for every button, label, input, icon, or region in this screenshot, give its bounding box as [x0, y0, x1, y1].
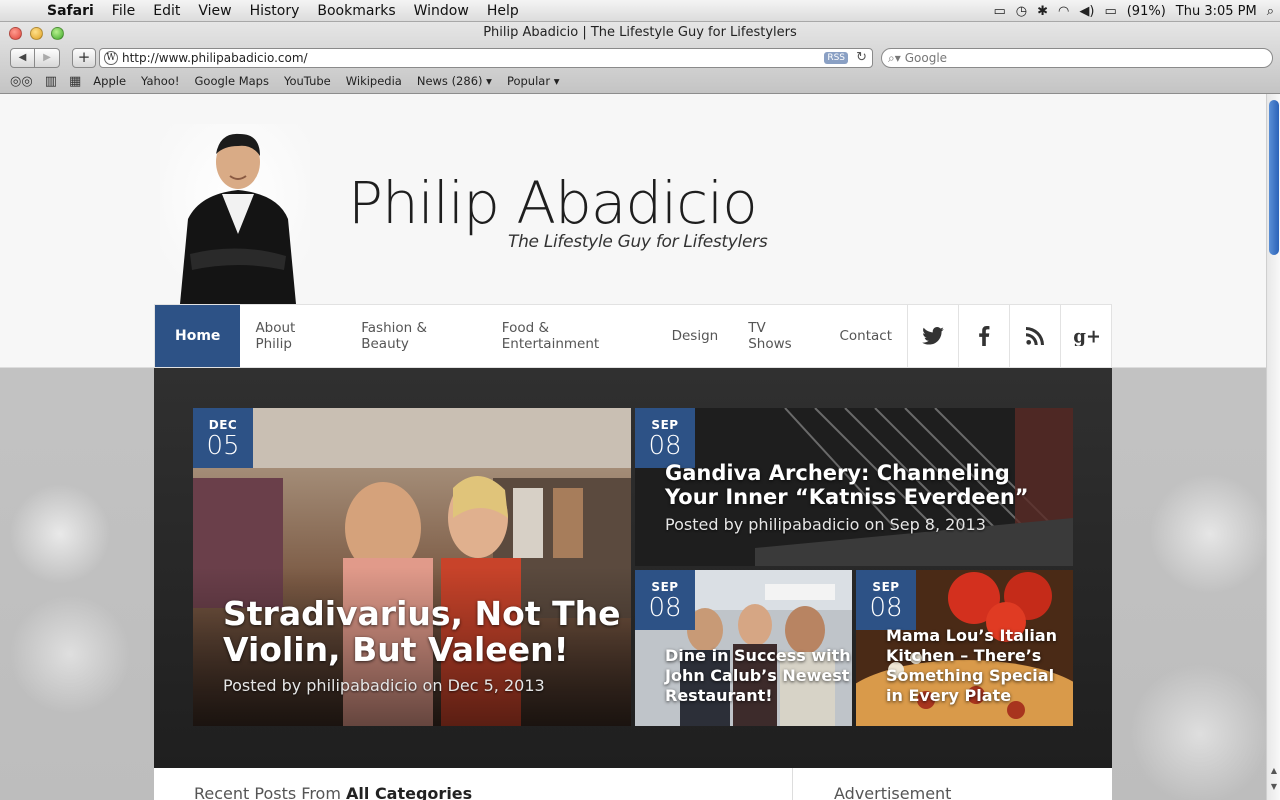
- search-icon: ⌕▾: [888, 50, 901, 65]
- url-text[interactable]: http://www.philipabadicio.com/: [122, 51, 308, 65]
- nav-design[interactable]: Design: [657, 305, 734, 367]
- menu-help[interactable]: Help: [478, 3, 528, 19]
- nav-contact[interactable]: Contact: [824, 305, 907, 367]
- scroll-up-arrow[interactable]: ▲: [1267, 766, 1280, 778]
- time-machine-icon[interactable]: ◷: [1016, 4, 1027, 19]
- site-title[interactable]: Philip Abadicio: [348, 169, 758, 237]
- date-day: 08: [648, 431, 682, 461]
- bookmark-wikipedia[interactable]: Wikipedia: [346, 74, 402, 88]
- browser-toolbar: Philip Abadicio | The Lifestyle Guy for …: [0, 22, 1280, 94]
- scroll-down-arrow[interactable]: ▼: [1267, 782, 1280, 794]
- rss-button[interactable]: RSS: [824, 52, 848, 64]
- bookmarks-bar: ◎◎ ▥ ▦ Apple Yahoo! Google Maps YouTube …: [10, 72, 575, 90]
- nav-fashion-beauty[interactable]: Fashion & Beauty: [346, 305, 487, 367]
- nav-tv-shows[interactable]: TV Shows: [733, 305, 824, 367]
- recent-category: All Categories: [346, 784, 473, 800]
- featured-section: DEC 05 Stradivarius, Not The Violin, But…: [154, 368, 1112, 768]
- svg-text:g+: g+: [1073, 326, 1099, 346]
- clock[interactable]: Thu 3:05 PM: [1176, 4, 1257, 19]
- bookmark-youtube[interactable]: YouTube: [284, 74, 331, 88]
- date-day: 08: [869, 593, 903, 623]
- history-buttons: ◀ ▶: [10, 48, 60, 68]
- content-area: Recent Posts From All Categories Adverti…: [154, 768, 1112, 800]
- reading-list-icon[interactable]: ◎◎: [10, 74, 33, 89]
- social-links: g+: [907, 305, 1111, 367]
- date-badge: SEP 08: [635, 570, 695, 630]
- post-meta: Posted by philipabadicio on Dec 5, 2013: [223, 676, 545, 695]
- bookmarks-book-icon[interactable]: ▥: [45, 74, 57, 89]
- twitter-icon[interactable]: [907, 305, 958, 367]
- menu-safari[interactable]: Safari: [38, 3, 103, 19]
- google-plus-icon[interactable]: g+: [1060, 305, 1111, 367]
- date-day: 05: [206, 431, 240, 461]
- date-month: DEC: [208, 418, 238, 432]
- site-tagline: The Lifestyle Guy for Lifestylers: [508, 232, 768, 252]
- menu-bar: Safari File Edit View History Bookmarks …: [0, 0, 1280, 22]
- nav-home[interactable]: Home: [155, 305, 241, 367]
- date-month: SEP: [651, 580, 679, 594]
- bookmark-news[interactable]: News (286) ▾: [417, 74, 492, 88]
- column-divider: [792, 768, 793, 800]
- status-area: ▭ ◷ ✱ ◠ ◀) ▭ (91%) Thu 3:05 PM ⌕: [993, 0, 1274, 22]
- bluetooth-icon[interactable]: ✱: [1037, 4, 1048, 19]
- web-page: Philip Abadicio The Lifestyle Guy for Li…: [0, 94, 1266, 800]
- menu-bookmarks[interactable]: Bookmarks: [308, 3, 404, 19]
- display-icon[interactable]: ▭: [993, 4, 1005, 19]
- date-badge: SEP 08: [635, 408, 695, 468]
- scrollbar-thumb[interactable]: [1269, 100, 1279, 255]
- wifi-icon[interactable]: ◠: [1058, 4, 1069, 19]
- site-favicon: W: [104, 51, 118, 65]
- top-sites-icon[interactable]: ▦: [69, 74, 81, 89]
- spotlight-icon[interactable]: ⌕: [1267, 4, 1274, 19]
- volume-icon[interactable]: ◀): [1079, 4, 1094, 19]
- window-title: Philip Abadicio | The Lifestyle Guy for …: [483, 25, 797, 40]
- featured-post-large[interactable]: DEC 05 Stradivarius, Not The Violin, But…: [193, 408, 631, 726]
- recent-posts-heading: Recent Posts From All Categories: [194, 784, 472, 800]
- facebook-icon[interactable]: [958, 305, 1009, 367]
- forward-button[interactable]: ▶: [35, 48, 60, 68]
- bookmark-google-maps[interactable]: Google Maps: [195, 74, 269, 88]
- date-month: SEP: [651, 418, 679, 432]
- featured-post-mama-lous[interactable]: SEP 08 Mama Lou’s Italian Kitchen – Ther…: [856, 570, 1073, 726]
- post-title[interactable]: Gandiva Archery: Channeling Your Inner “…: [665, 461, 1070, 509]
- bookmark-popular[interactable]: Popular ▾: [507, 74, 560, 88]
- post-title[interactable]: Mama Lou’s Italian Kitchen – There’s Som…: [886, 626, 1070, 706]
- date-month: SEP: [872, 580, 900, 594]
- page-scrollbar[interactable]: ▲ ▼: [1266, 94, 1280, 800]
- battery-percent: (91%): [1126, 3, 1166, 19]
- menu-window[interactable]: Window: [405, 3, 478, 19]
- philip-portrait: [160, 124, 310, 304]
- menu-view[interactable]: View: [189, 3, 240, 19]
- date-day: 08: [648, 593, 682, 623]
- featured-post-archery[interactable]: SEP 08 Gandiva Archery: Channeling Your …: [635, 408, 1073, 566]
- date-badge: DEC 05: [193, 408, 253, 468]
- reload-icon[interactable]: ↻: [856, 50, 867, 65]
- main-nav: Home About Philip Fashion & Beauty Food …: [154, 304, 1112, 368]
- nav-food-entertainment[interactable]: Food & Entertainment: [487, 305, 657, 367]
- back-button[interactable]: ◀: [10, 48, 35, 68]
- bookmark-apple[interactable]: Apple: [93, 74, 126, 88]
- address-bar[interactable]: W http://www.philipabadicio.com/ RSS ↻: [99, 48, 873, 68]
- date-badge: SEP 08: [856, 570, 916, 630]
- post-title[interactable]: Stradivarius, Not The Violin, But Valeen…: [223, 596, 623, 668]
- search-field[interactable]: ⌕▾ Google: [881, 48, 1273, 68]
- nav-about-philip[interactable]: About Philip: [240, 305, 346, 367]
- post-meta: Posted by philipabadicio on Sep 8, 2013: [665, 515, 986, 534]
- featured-post-john-calub[interactable]: SEP 08 Dine in Success with John Calub’s…: [635, 570, 852, 726]
- recent-prefix: Recent Posts From: [194, 784, 347, 800]
- menu-file[interactable]: File: [103, 3, 144, 19]
- search-placeholder: Google: [904, 51, 948, 65]
- add-bookmark-button[interactable]: +: [72, 48, 96, 68]
- bookmark-yahoo[interactable]: Yahoo!: [141, 74, 179, 88]
- advertisement-heading: Advertisement: [834, 784, 952, 800]
- battery-icon[interactable]: ▭: [1104, 4, 1116, 19]
- menu-edit[interactable]: Edit: [144, 3, 189, 19]
- menu-history[interactable]: History: [241, 3, 309, 19]
- post-title[interactable]: Dine in Success with John Calub’s Newest…: [665, 646, 852, 706]
- rss-icon[interactable]: [1009, 305, 1060, 367]
